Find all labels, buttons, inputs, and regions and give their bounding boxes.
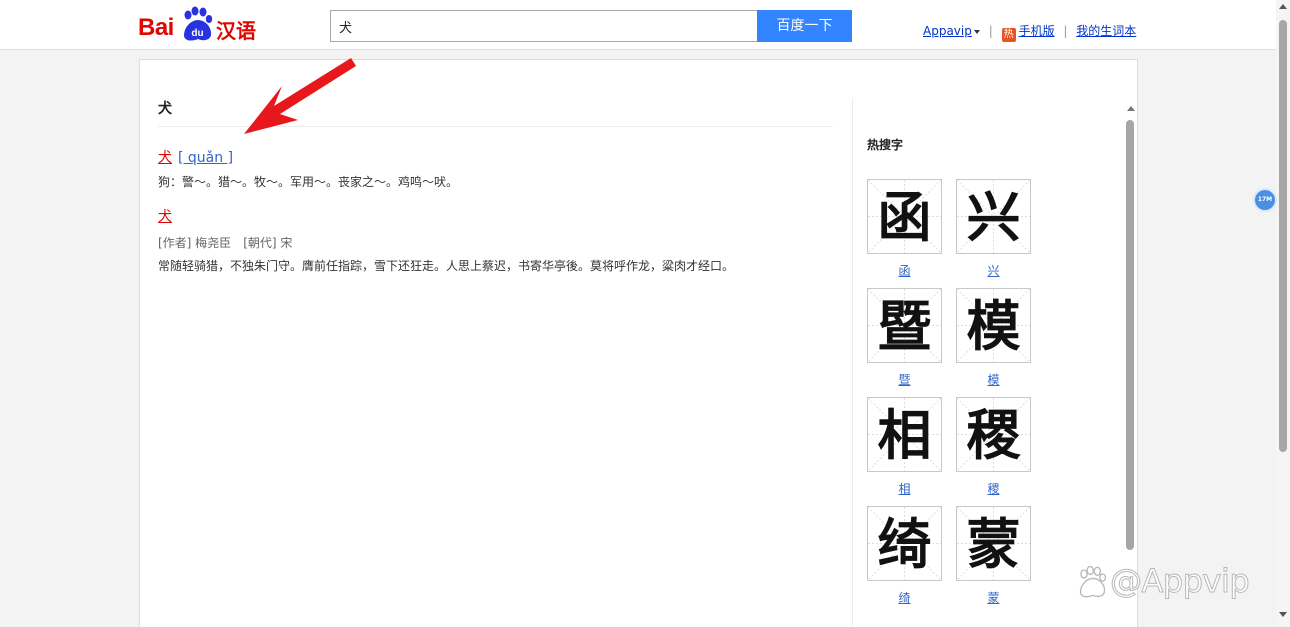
sidebar-scrollbar[interactable] bbox=[1125, 106, 1137, 626]
char-glyph: 绮 bbox=[877, 511, 932, 576]
chevron-down-icon[interactable] bbox=[973, 29, 980, 34]
entry-char-link[interactable]: 犬 bbox=[158, 150, 172, 166]
char-link[interactable]: 稷 bbox=[987, 480, 999, 496]
scrollbar-thumb[interactable] bbox=[1279, 20, 1287, 452]
poem-meta: [作者] 梅尧臣 [朝代] 宋 bbox=[158, 234, 833, 251]
scrollbar-thumb[interactable] bbox=[1126, 120, 1134, 550]
baidu-paw-icon: du bbox=[184, 6, 213, 41]
link-separator: | bbox=[988, 24, 993, 38]
poem-dynasty: [朝代] 宋 bbox=[243, 236, 293, 250]
char-box[interactable]: 函 bbox=[867, 179, 942, 254]
appavip-link[interactable]: Appavip bbox=[923, 24, 972, 38]
char-box[interactable]: 蒙 bbox=[956, 506, 1031, 581]
poem-entry: 犬 [作者] 梅尧臣 [朝代] 宋 常随轻骑猎，不独朱门守。膺前任指踪，雪下还狂走… bbox=[158, 206, 833, 274]
poem-title-link[interactable]: 犬 bbox=[158, 209, 172, 225]
scroll-down-icon[interactable] bbox=[1279, 612, 1287, 617]
hot-char-tile[interactable]: 暨暨 bbox=[867, 288, 942, 387]
link-separator: | bbox=[1063, 24, 1068, 38]
baidu-hanyu-logo[interactable]: Bai du 汉语 bbox=[138, 6, 260, 44]
watermark: @Appvip bbox=[1076, 562, 1276, 602]
poem-author: [作者] 梅尧臣 bbox=[158, 236, 232, 250]
hot-char-tile[interactable]: 蒙蒙 bbox=[956, 506, 1031, 605]
char-glyph: 兴 bbox=[966, 184, 1021, 249]
char-glyph: 函 bbox=[877, 184, 932, 249]
hot-char-tile[interactable]: 稷稷 bbox=[956, 397, 1031, 496]
watermark-paw-icon bbox=[1079, 566, 1107, 598]
char-link[interactable]: 函 bbox=[898, 262, 910, 278]
char-link[interactable]: 暨 bbox=[898, 371, 910, 387]
char-link[interactable]: 兴 bbox=[987, 262, 999, 278]
char-box[interactable]: 兴 bbox=[956, 179, 1031, 254]
char-glyph: 相 bbox=[877, 402, 932, 467]
char-box[interactable]: 绮 bbox=[867, 506, 942, 581]
hot-search-sidebar: 热搜字 函函兴兴暨暨模模相相稷稷绮绮蒙蒙 bbox=[867, 136, 1057, 605]
watermark-text: @Appvip bbox=[1109, 562, 1250, 601]
floating-badge[interactable]: 17M bbox=[1255, 190, 1275, 210]
hot-char-tile[interactable]: 兴兴 bbox=[956, 179, 1031, 278]
pinyin-link[interactable]: [ quǎn ] bbox=[178, 150, 233, 166]
hot-char-tile[interactable]: 相相 bbox=[867, 397, 942, 496]
char-link[interactable]: 相 bbox=[898, 480, 910, 496]
char-box[interactable]: 暨 bbox=[867, 288, 942, 363]
entry-head: 犬 [ quǎn ] bbox=[158, 147, 833, 167]
scroll-up-icon[interactable] bbox=[1279, 4, 1287, 9]
char-glyph: 稷 bbox=[966, 402, 1021, 467]
column-divider bbox=[852, 98, 853, 627]
char-box[interactable]: 相 bbox=[867, 397, 942, 472]
char-box[interactable]: 稷 bbox=[956, 397, 1031, 472]
logo-bai-text: Bai bbox=[138, 14, 174, 41]
char-glyph: 蒙 bbox=[966, 511, 1021, 576]
top-links: Appavip | 热手机版 | 我的生词本 bbox=[923, 22, 1136, 42]
entry-definition: 狗：警～。猎～。牧～。军用～。丧家之～。鸡鸣～吠。 bbox=[158, 175, 459, 189]
logo-du-text: du bbox=[191, 28, 203, 39]
definition-entry: 犬 [ quǎn ] 狗：警～。猎～。牧～。军用～。丧家之～。鸡鸣～吠。 bbox=[158, 147, 833, 190]
hot-char-tile[interactable]: 模模 bbox=[956, 288, 1031, 387]
hot-char-tile[interactable]: 函函 bbox=[867, 179, 942, 278]
hot-char-tile[interactable]: 绮绮 bbox=[867, 506, 942, 605]
char-glyph: 暨 bbox=[877, 293, 932, 358]
sidebar-title: 热搜字 bbox=[867, 138, 904, 152]
red-arrow-annotation bbox=[244, 58, 356, 134]
search-button[interactable]: 百度一下 bbox=[757, 10, 852, 42]
char-link[interactable]: 绮 bbox=[898, 589, 910, 605]
result-card: 犬 犬 [ quǎn ] 狗：警～。猎～。牧～。军用～。丧家之～。鸡鸣～吠。 犬 … bbox=[139, 59, 1138, 627]
mobile-version-link[interactable]: 手机版 bbox=[1019, 24, 1055, 38]
char-box[interactable]: 模 bbox=[956, 288, 1031, 363]
search-input[interactable] bbox=[330, 10, 758, 42]
poem-text: 常随轻骑猎，不独朱门守。膺前任指踪，雪下还狂走。人思上蔡迟，书寄华亭後。莫将呼作… bbox=[158, 259, 735, 273]
scroll-up-icon[interactable] bbox=[1127, 106, 1135, 111]
page-scrollbar[interactable] bbox=[1276, 0, 1290, 627]
char-link[interactable]: 蒙 bbox=[987, 589, 999, 605]
char-glyph: 模 bbox=[966, 293, 1021, 358]
top-header: Bai du 汉语 百度一下 Appavip | 热手机版 | 我的生词本 bbox=[0, 0, 1276, 50]
logo-hanyu-text: 汉语 bbox=[216, 19, 256, 43]
hot-char-grid: 函函兴兴暨暨模模相相稷稷绮绮蒙蒙 bbox=[867, 179, 1057, 605]
hot-icon: 热 bbox=[1001, 28, 1016, 42]
char-link[interactable]: 模 bbox=[987, 371, 999, 387]
wordbook-link[interactable]: 我的生词本 bbox=[1076, 24, 1136, 38]
